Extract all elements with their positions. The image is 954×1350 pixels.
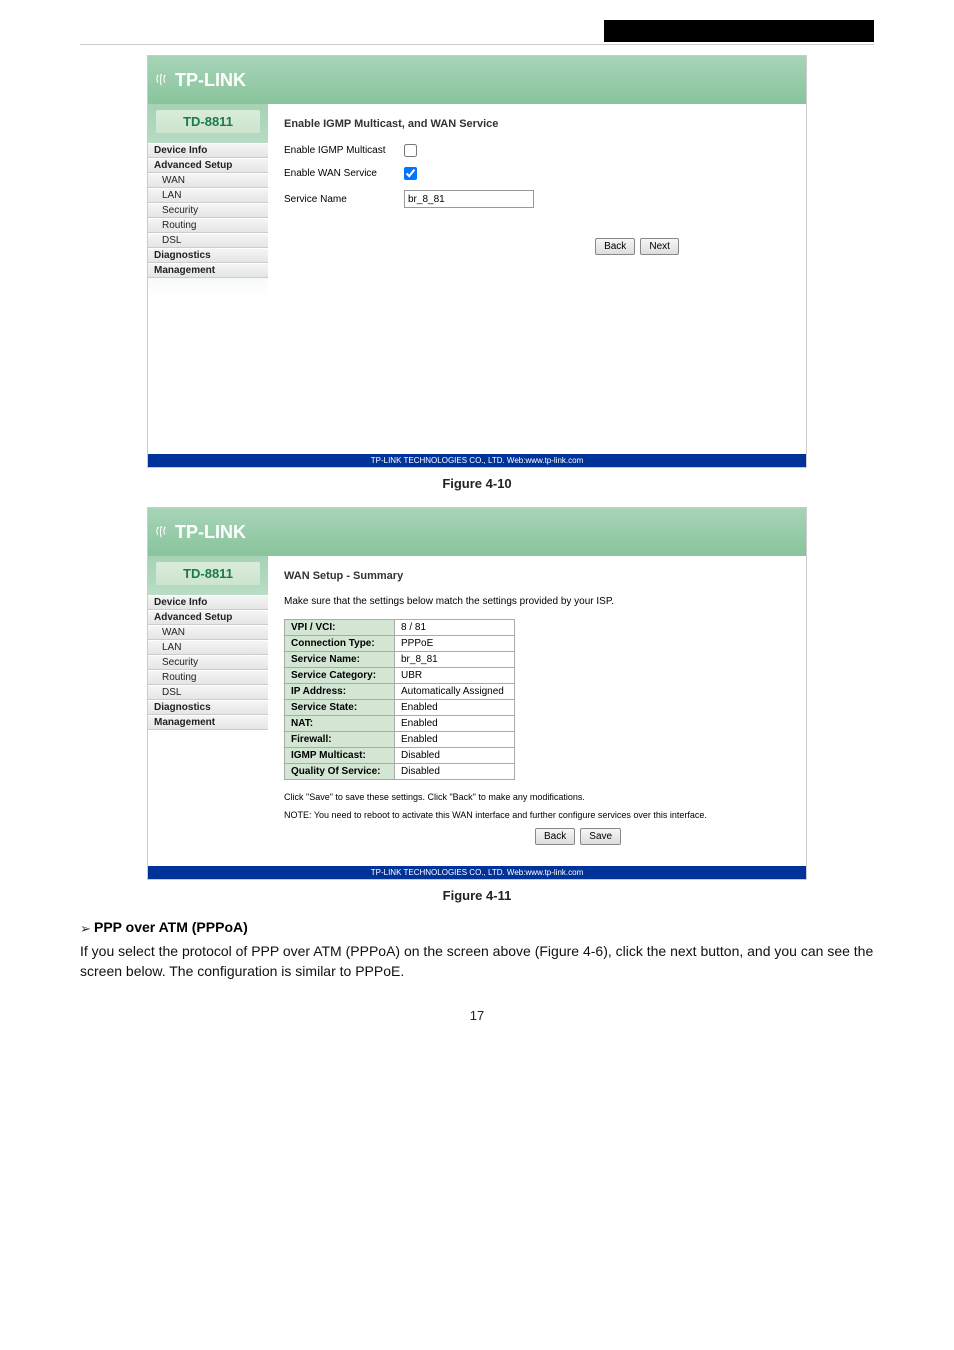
sidebar: TD-8811 Device Info Advanced Setup WAN L… <box>148 104 268 454</box>
paragraph-pppoa: If you select the protocol of PPP over A… <box>80 941 874 982</box>
tplink-logo-icon <box>154 74 172 88</box>
figure-label-1: Figure 4-10 <box>80 476 874 491</box>
row-vpi-v: 8 / 81 <box>395 620 515 636</box>
nav-management[interactable]: Management <box>148 263 268 278</box>
nav-diagnostics[interactable]: Diagnostics <box>148 248 268 263</box>
back-button[interactable]: Back <box>595 238 635 255</box>
row-conn-k: Connection Type: <box>285 636 395 652</box>
row-conn-v: PPPoE <box>395 636 515 652</box>
brand-text: TP-LINK <box>175 70 246 91</box>
nav-device-info[interactable]: Device Info <box>148 595 268 610</box>
nav-lan[interactable]: LAN <box>148 640 268 655</box>
screen2-subtitle: Make sure that the settings below match … <box>284 596 790 607</box>
row-igmp-k: IGMP Multicast: <box>285 748 395 764</box>
row-qos-k: Quality Of Service: <box>285 764 395 780</box>
back-button-2[interactable]: Back <box>535 828 575 845</box>
save-button[interactable]: Save <box>580 828 621 845</box>
header-divider <box>80 44 874 45</box>
nav-routing[interactable]: Routing <box>148 670 268 685</box>
nav-management[interactable]: Management <box>148 715 268 730</box>
router-footer-2: TP-LINK TECHNOLOGIES CO., LTD. Web:www.t… <box>148 866 806 879</box>
note1: Click "Save" to save these settings. Cli… <box>284 792 790 802</box>
service-name-label: Service Name <box>284 194 404 205</box>
tplink-logo-icon <box>154 526 172 540</box>
row-state-v: Enabled <box>395 700 515 716</box>
row-state-k: Service State: <box>285 700 395 716</box>
model-label-2: TD-8811 <box>156 562 260 585</box>
row-svc-v: br_8_81 <box>395 652 515 668</box>
router-header-2: TP-LINK <box>148 508 806 556</box>
igmp-checkbox[interactable] <box>404 144 417 157</box>
screenshot-wan-summary: TP-LINK TD-8811 Device Info Advanced Set… <box>147 507 807 880</box>
screen2-title: WAN Setup - Summary <box>284 570 790 582</box>
screenshot-igmp-wan-service: TP-LINK TD-8811 Device Info Advanced Set… <box>147 55 807 468</box>
row-vpi-k: VPI / VCI: <box>285 620 395 636</box>
router-footer-1: TP-LINK TECHNOLOGIES CO., LTD. Web:www.t… <box>148 454 806 467</box>
row-ip-v: Automatically Assigned <box>395 684 515 700</box>
note2: NOTE: You need to reboot to activate thi… <box>284 810 790 820</box>
row-qos-v: Disabled <box>395 764 515 780</box>
next-button[interactable]: Next <box>640 238 679 255</box>
bullet-pppoa: PPP over ATM (PPPoA) <box>94 919 248 935</box>
nav-advanced-setup[interactable]: Advanced Setup <box>148 610 268 625</box>
nav-wan[interactable]: WAN <box>148 173 268 188</box>
screen1-title: Enable IGMP Multicast, and WAN Service <box>284 118 790 130</box>
row-nat-k: NAT: <box>285 716 395 732</box>
row-svc-k: Service Name: <box>285 652 395 668</box>
nav-security[interactable]: Security <box>148 203 268 218</box>
service-name-input[interactable] <box>404 190 534 208</box>
figure-label-2: Figure 4-11 <box>80 888 874 903</box>
nav-diagnostics[interactable]: Diagnostics <box>148 700 268 715</box>
nav-dsl[interactable]: DSL <box>148 233 268 248</box>
content-pane-2: WAN Setup - Summary Make sure that the s… <box>268 556 806 866</box>
row-ip-k: IP Address: <box>285 684 395 700</box>
nav-dsl[interactable]: DSL <box>148 685 268 700</box>
header-black-bar <box>604 20 874 42</box>
bullet-icon: ➢ <box>80 921 94 937</box>
nav-wan[interactable]: WAN <box>148 625 268 640</box>
nav-security[interactable]: Security <box>148 655 268 670</box>
row-nat-v: Enabled <box>395 716 515 732</box>
row-fw-v: Enabled <box>395 732 515 748</box>
nav-advanced-setup[interactable]: Advanced Setup <box>148 158 268 173</box>
model-label: TD-8811 <box>156 110 260 133</box>
row-cat-k: Service Category: <box>285 668 395 684</box>
page-number: 17 <box>80 1008 874 1023</box>
summary-table: VPI / VCI:8 / 81 Connection Type:PPPoE S… <box>284 619 515 780</box>
wan-service-label: Enable WAN Service <box>284 168 404 179</box>
nav-device-info[interactable]: Device Info <box>148 143 268 158</box>
nav-routing[interactable]: Routing <box>148 218 268 233</box>
row-cat-v: UBR <box>395 668 515 684</box>
sidebar-2: TD-8811 Device Info Advanced Setup WAN L… <box>148 556 268 866</box>
router-header: TP-LINK <box>148 56 806 104</box>
nav-lan[interactable]: LAN <box>148 188 268 203</box>
content-pane-1: Enable IGMP Multicast, and WAN Service E… <box>268 104 806 454</box>
igmp-label: Enable IGMP Multicast <box>284 145 404 156</box>
brand-text-2: TP-LINK <box>175 522 246 543</box>
row-igmp-v: Disabled <box>395 748 515 764</box>
row-fw-k: Firewall: <box>285 732 395 748</box>
wan-service-checkbox[interactable] <box>404 167 417 180</box>
